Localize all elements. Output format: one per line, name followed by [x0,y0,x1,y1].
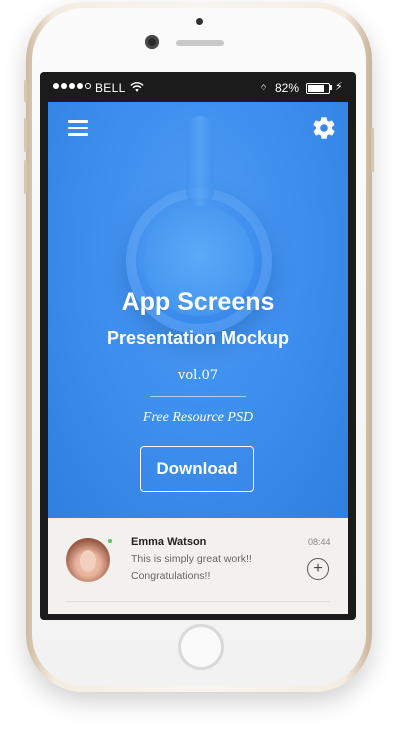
charging-icon: ⚡︎ [335,81,343,93]
hamburger-icon[interactable] [68,120,88,136]
avatar-face [80,550,96,572]
avatar [66,538,110,582]
phone-side-button [24,118,27,152]
sender-name: Emma Watson [131,536,207,548]
hero-title: App Screens [121,288,275,316]
tagline: Free Resource PSD [142,410,254,425]
battery-icon [306,83,330,94]
proximity-sensor [196,18,203,25]
earpiece-speaker [176,40,224,46]
message-line-1: This is simply great work!! [131,553,252,565]
phone-side-button [24,160,27,194]
volume-label: vol.07 [177,368,218,383]
message-card[interactable]: Emma Watson This is simply great work!! … [48,518,348,614]
divider [66,601,330,602]
plus-circle-icon[interactable]: + [307,558,329,580]
battery-level [308,85,325,92]
download-button[interactable]: Download [140,446,254,492]
online-status-dot [108,539,112,543]
status-bar: BELL ᛜ 82% ⚡︎ [40,72,356,102]
signal-dot [85,83,91,89]
wifi-icon [130,82,144,92]
message-time: 08:44 [308,537,331,547]
signal-dot [61,83,67,89]
mug-handle [186,116,214,206]
signal-strength [53,83,91,89]
phone-side-button [24,80,27,102]
signal-dot [77,83,83,89]
hero-banner: App Screens Presentation Mockup vol.07 F… [48,102,348,518]
carrier-name: BELL [95,81,126,95]
gear-icon[interactable] [311,115,337,141]
message-line-2: Congratulations!! [131,570,211,582]
phone-side-button [371,128,374,172]
front-camera [145,35,159,49]
battery-percent: 82% [275,81,300,95]
signal-dot [69,83,75,89]
signal-dot [53,83,59,89]
battery-cap [330,85,332,90]
divider [150,396,246,397]
bluetooth-icon: ᛜ [260,81,268,95]
phone-screen: BELL ᛜ 82% ⚡︎ App Screens Presentation M… [40,72,356,620]
hero-subtitle: Presentation Mockup [106,328,290,348]
home-button[interactable] [178,624,224,670]
